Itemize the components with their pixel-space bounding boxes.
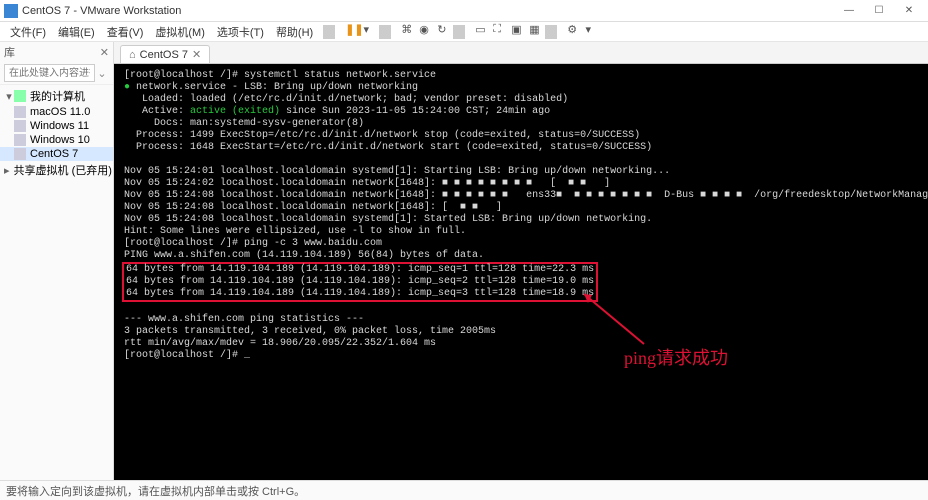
tree-item-label: CentOS 7 (30, 148, 78, 160)
vm-icon (14, 148, 26, 160)
home-icon[interactable]: ⌂ (129, 49, 136, 61)
tree-item-label: Windows 10 (30, 134, 90, 146)
menu-vm[interactable]: 虚拟机(M) (149, 24, 211, 40)
divider (379, 25, 391, 39)
annotation-text: ping请求成功 (624, 344, 728, 370)
dropdown-icon[interactable]: ▾ (357, 23, 375, 41)
sidebar-header: 库 (4, 44, 15, 60)
tree-item-centos7[interactable]: CentOS 7 (0, 147, 113, 161)
tab-centos7[interactable]: ⌂ CentOS 7 ✕ (120, 45, 210, 63)
tree-item-win11[interactable]: Windows 11 (0, 119, 113, 133)
tree-item-win10[interactable]: Windows 10 (0, 133, 113, 147)
sidebar-close-icon[interactable]: ✕ (100, 46, 109, 59)
settings-icon[interactable]: ⚙ (561, 23, 579, 41)
vm-icon (14, 134, 26, 146)
tree-shared-label: 共享虚拟机 (已弃用) (14, 162, 112, 178)
tree-root[interactable]: ▾我的计算机 (0, 87, 113, 105)
menu-view[interactable]: 查看(V) (101, 24, 150, 40)
tree-item-label: macOS 11.0 (30, 106, 90, 118)
snapshot-icon[interactable]: ◉ (413, 23, 431, 41)
tab-label: CentOS 7 (140, 49, 188, 61)
tree-item-macos[interactable]: macOS 11.0 (0, 105, 113, 119)
menu-tabs[interactable]: 选项卡(T) (211, 24, 270, 40)
vm-icon (14, 120, 26, 132)
menu-file[interactable]: 文件(F) (4, 24, 52, 40)
dropdown2-icon[interactable]: ▾ (579, 23, 597, 41)
ping-result-highlight: 64 bytes from 14.119.104.189 (14.119.104… (122, 262, 598, 302)
unity-icon[interactable]: ▣ (505, 23, 523, 41)
tree-item-label: Windows 11 (30, 120, 89, 132)
window-title: CentOS 7 - VMware Workstation (22, 5, 834, 17)
minimize-button[interactable]: — (834, 5, 864, 16)
tree-shared[interactable]: ▸共享虚拟机 (已弃用) (0, 161, 113, 179)
divider (453, 25, 465, 39)
divider (323, 25, 335, 39)
computer-icon (14, 90, 26, 102)
menu-edit[interactable]: 编辑(E) (52, 24, 101, 40)
pause-icon[interactable]: ❚❚ (339, 23, 357, 41)
menu-help[interactable]: 帮助(H) (270, 24, 319, 40)
send-keys-icon[interactable]: ⌘ (395, 23, 413, 41)
app-icon (4, 4, 18, 18)
search-icon[interactable]: ⌄ (95, 67, 109, 80)
divider (545, 25, 557, 39)
thumbnail-icon[interactable]: ▦ (523, 23, 541, 41)
tab-close-icon[interactable]: ✕ (192, 48, 201, 61)
terminal[interactable]: [root@localhost /]# systemctl status net… (114, 64, 928, 480)
status-text: 要将输入定向到该虚拟机，请在虚拟机内部单击或按 Ctrl+G。 (6, 483, 305, 499)
search-input[interactable] (4, 64, 95, 82)
fullscreen-icon[interactable]: ⛶ (487, 23, 505, 41)
tree-root-label: 我的计算机 (30, 88, 85, 104)
refresh-icon[interactable]: ↻ (431, 23, 449, 41)
window-icon[interactable]: ▭ (469, 23, 487, 41)
vm-icon (14, 106, 26, 118)
maximize-button[interactable]: ☐ (864, 5, 894, 16)
terminal-output: [root@localhost /]# systemctl status net… (114, 64, 928, 368)
close-button[interactable]: ✕ (894, 5, 924, 16)
